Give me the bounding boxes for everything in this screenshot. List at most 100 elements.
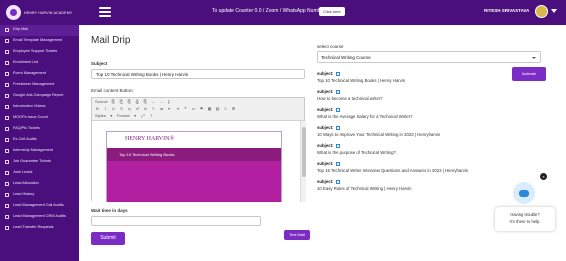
subscript-icon[interactable]: x₂ bbox=[127, 106, 132, 111]
logo[interactable]: HENRY HARVIN ACADEMY bbox=[6, 5, 72, 20]
sidebar-item-audits[interactable]: Ex-Cell Audits bbox=[0, 135, 79, 146]
sidebar-item-faq-tickets[interactable]: FAQ/Pls Tickets bbox=[0, 124, 79, 135]
scroll-thumb[interactable] bbox=[302, 127, 306, 177]
sidebar-item-job-guarantee[interactable]: Job Guarantee Tickets bbox=[0, 157, 79, 168]
subject-entry: subject: How to become a technical write… bbox=[317, 89, 507, 101]
editor-scrollbar[interactable] bbox=[300, 121, 306, 202]
edit-icon[interactable] bbox=[336, 125, 341, 130]
email-content-editor[interactable]: Source ⎘ ⎗ ⎘ ⎙ ⎘ ← → Ƒ B I U S x₂ x² Ix … bbox=[91, 97, 306, 202]
copy-icon[interactable]: ⎘ bbox=[111, 99, 116, 104]
menu-item-icon bbox=[5, 226, 9, 230]
click-here-button[interactable]: Click here bbox=[319, 7, 345, 16]
table-icon[interactable]: ▦ bbox=[207, 106, 212, 111]
italic-icon[interactable]: I bbox=[103, 106, 108, 111]
link-icon[interactable]: ▭ bbox=[191, 106, 196, 111]
template-icon[interactable]: ⎘ bbox=[143, 99, 148, 104]
edit-icon[interactable] bbox=[336, 179, 341, 184]
robot-icon[interactable] bbox=[513, 182, 535, 204]
find-icon[interactable]: Ƒ bbox=[167, 99, 172, 104]
undo-icon[interactable]: ← bbox=[151, 99, 156, 104]
subject-text: 10 Ways to Improve Your Technical Writin… bbox=[317, 132, 441, 137]
sidebar-item-google-ads[interactable]: Google Ads Campaign Report bbox=[0, 91, 79, 102]
chevron-down-icon[interactable]: ▾ bbox=[133, 113, 138, 118]
toolbar-row-1: Source ⎘ ⎗ ⎘ ⎙ ⎘ ← → Ƒ bbox=[95, 99, 172, 104]
smiley-icon[interactable]: ☺ bbox=[223, 106, 228, 111]
preview-banner: Top 10 Technical Writing Books bbox=[107, 148, 281, 161]
paste-icon[interactable]: ⎗ bbox=[119, 99, 124, 104]
indent-icon[interactable]: ⇥ bbox=[175, 106, 180, 111]
image-icon[interactable]: ▤ bbox=[215, 106, 220, 111]
sidebar-item-label: MOOPs Issue Count bbox=[13, 115, 48, 119]
sidebar-item-enrollment-list[interactable]: Enrollment List bbox=[0, 58, 79, 69]
print-icon[interactable]: ⎙ bbox=[135, 99, 140, 104]
course-select[interactable]: Technical Writing Course bbox=[317, 51, 541, 63]
test-mail-button[interactable]: Test Mail bbox=[284, 230, 310, 240]
edit-icon[interactable] bbox=[336, 71, 341, 76]
styles-dropdown[interactable]: Styles bbox=[95, 113, 106, 118]
maximize-icon[interactable]: ⤢ bbox=[141, 113, 146, 118]
wait-time-input[interactable] bbox=[91, 216, 261, 226]
anchor-icon[interactable]: ⚑ bbox=[199, 106, 204, 111]
chevron-down-icon[interactable]: ▾ bbox=[109, 113, 114, 118]
menu-item-icon bbox=[5, 116, 9, 120]
format-dropdown[interactable]: Format bbox=[117, 113, 130, 118]
edit-icon[interactable] bbox=[336, 143, 341, 148]
edit-icon[interactable] bbox=[336, 161, 341, 166]
superscript-icon[interactable]: x² bbox=[135, 106, 140, 111]
sidebar-item-lead-call-audits[interactable]: Lead Management Call Audits bbox=[0, 201, 79, 212]
special-char-icon[interactable]: ⊞ bbox=[231, 106, 236, 111]
sidebar-item-junk-leads[interactable]: Junk Leads bbox=[0, 168, 79, 179]
sidebar-item-internship[interactable]: Internship Management bbox=[0, 146, 79, 157]
strikethrough-icon[interactable]: S bbox=[119, 106, 124, 111]
sidebar-item-label: Employee Support Tickets bbox=[13, 49, 58, 53]
username[interactable]: RITESH SRIVASTAVA bbox=[484, 8, 529, 13]
sidebar-item-label: FAQ/Pls Tickets bbox=[13, 126, 40, 130]
menu-toggle-icon[interactable] bbox=[99, 7, 111, 17]
edit-icon[interactable] bbox=[336, 89, 341, 94]
preview-logo: HENRY HARVIN® bbox=[125, 136, 175, 142]
editor-content-area[interactable]: HENRY HARVIN® Top 10 Technical Writing B… bbox=[92, 121, 300, 202]
sidebar-item-issue-count[interactable]: MOOPs Issue Count bbox=[0, 113, 79, 124]
help-icon[interactable]: ? bbox=[149, 113, 154, 118]
sidebar-item-lead-transfer[interactable]: Lead Transfer Requests bbox=[0, 223, 79, 234]
sidebar-item-employee-support[interactable]: Employee Support Tickets bbox=[0, 47, 79, 58]
toolbar-row-3: Styles ▾ Format ▾ ⤢ ? bbox=[95, 113, 154, 118]
submit-button[interactable]: Submit bbox=[91, 232, 125, 245]
chevron-down-icon bbox=[532, 57, 536, 59]
sidebar-item-lead-crm-audits[interactable]: Lead Management CRM Audits bbox=[0, 212, 79, 223]
redo-icon[interactable]: → bbox=[159, 99, 164, 104]
subject-text: Top 15 Technical Writer Interview Questi… bbox=[317, 168, 469, 173]
subject-input[interactable]: Top 10 Technical Writing Books | Henry H… bbox=[91, 69, 305, 79]
help-message[interactable]: Having trouble? I'm there to help. bbox=[495, 207, 555, 231]
chevron-down-icon[interactable] bbox=[551, 9, 557, 13]
source-button[interactable]: Source bbox=[95, 99, 108, 104]
sidebar-item-email-template[interactable]: Email Template Management bbox=[0, 36, 79, 47]
sidebar-item-event-management[interactable]: Event Management bbox=[0, 69, 79, 80]
menu-item-icon bbox=[5, 160, 9, 164]
menu-item-icon bbox=[5, 215, 9, 219]
sidebar-item-label: Lead History bbox=[13, 192, 35, 196]
remove-format-icon[interactable]: Ix bbox=[143, 106, 148, 111]
sidebar-item-lead-history[interactable]: Lead History bbox=[0, 190, 79, 201]
sidebar-item-freelancer[interactable]: Freelancer Management bbox=[0, 80, 79, 91]
sidebar-item-lead-allocation[interactable]: Lead Allocation bbox=[0, 179, 79, 190]
underline-icon[interactable]: U bbox=[111, 106, 116, 111]
paste-text-icon[interactable]: ⎘ bbox=[127, 99, 132, 104]
close-icon[interactable]: x bbox=[540, 173, 547, 180]
subject-entry: subject: Top 15 Technical Writer Intervi… bbox=[317, 161, 507, 173]
avatar[interactable] bbox=[535, 5, 548, 18]
bullet-list-icon[interactable]: ≔ bbox=[159, 106, 164, 111]
activate-button[interactable]: Activate bbox=[512, 67, 546, 81]
blockquote-icon[interactable]: ❝ bbox=[183, 106, 188, 111]
sidebar-item-intro-videos[interactable]: Introduction Videos bbox=[0, 102, 79, 113]
toolbar-row-2: B I U S x₂ x² Ix ≡ ≔ ⇤ ⇥ ❝ ▭ ⚑ ▦ ▤ ☺ ⊞ bbox=[95, 106, 236, 111]
outdent-icon[interactable]: ⇤ bbox=[167, 106, 172, 111]
sidebar-item-label: Lead Allocation bbox=[13, 181, 39, 185]
help-chat-widget[interactable]: x Having trouble? I'm there to help. bbox=[491, 173, 557, 235]
page-title: Mail Drip bbox=[91, 35, 131, 46]
numbered-list-icon[interactable]: ≡ bbox=[151, 106, 156, 111]
edit-icon[interactable] bbox=[336, 107, 341, 112]
email-content-label: Email content Button: bbox=[91, 88, 134, 93]
bold-icon[interactable]: B bbox=[95, 106, 100, 111]
sidebar-item-drip-mail[interactable]: Drip Mail bbox=[0, 25, 79, 36]
